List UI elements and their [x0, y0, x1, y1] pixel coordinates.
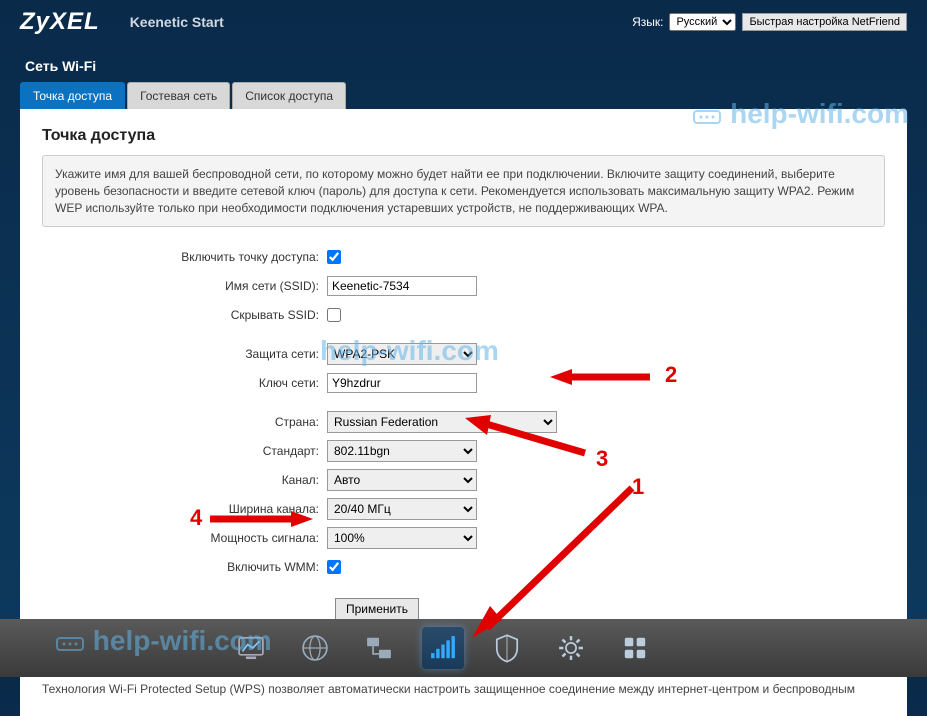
lang-label: Язык:	[632, 15, 663, 29]
apply-button[interactable]: Применить	[335, 598, 419, 620]
tab-guest-network[interactable]: Гостевая сеть	[127, 82, 230, 109]
network-icon[interactable]	[358, 627, 400, 669]
standard-select[interactable]: 802.11bgn	[327, 440, 477, 462]
country-select[interactable]: Russian Federation	[327, 411, 557, 433]
country-label: Страна:	[42, 415, 327, 429]
channel-select[interactable]: Авто	[327, 469, 477, 491]
wifi-signal-icon[interactable]	[422, 627, 464, 669]
page-title: Точка доступа	[42, 127, 885, 145]
enable-ap-label: Включить точку доступа:	[42, 250, 327, 264]
ssid-label: Имя сети (SSID):	[42, 279, 327, 293]
key-label: Ключ сети:	[42, 376, 327, 390]
apps-icon[interactable]	[614, 627, 656, 669]
tabs: Точка доступа Гостевая сеть Список досту…	[0, 82, 927, 109]
ssid-input[interactable]	[327, 276, 477, 296]
standard-label: Стандарт:	[42, 444, 327, 458]
product-name: Keenetic Start	[130, 14, 224, 30]
security-select[interactable]: WPA2-PSK	[327, 343, 477, 365]
power-label: Мощность сигнала:	[42, 531, 327, 545]
tab-access-list[interactable]: Список доступа	[232, 82, 346, 109]
enable-ap-checkbox[interactable]	[327, 250, 341, 264]
bottom-nav	[0, 619, 927, 677]
lang-select[interactable]: Русский	[669, 13, 736, 31]
quick-setup-button[interactable]: Быстрая настройка NetFriend	[742, 13, 907, 31]
logo: ZyXEL	[20, 8, 100, 36]
key-input[interactable]	[327, 373, 477, 393]
wmm-checkbox[interactable]	[327, 560, 341, 574]
power-select[interactable]: 100%	[327, 527, 477, 549]
gear-icon[interactable]	[550, 627, 592, 669]
page-description: Укажите имя для вашей беспроводной сети,…	[42, 155, 885, 227]
wmm-label: Включить WMM:	[42, 560, 327, 574]
width-select[interactable]: 20/40 МГц	[327, 498, 477, 520]
channel-label: Канал:	[42, 473, 327, 487]
width-label: Ширина канала:	[42, 502, 327, 516]
security-label: Защита сети:	[42, 347, 327, 361]
hide-ssid-checkbox[interactable]	[327, 308, 341, 322]
header: ZyXEL Keenetic Start Язык: Русский Быстр…	[0, 0, 927, 44]
tab-access-point[interactable]: Точка доступа	[20, 82, 125, 109]
header-right: Язык: Русский Быстрая настройка NetFrien…	[632, 13, 907, 31]
section-title: Сеть Wi-Fi	[0, 44, 927, 82]
shield-icon[interactable]	[486, 627, 528, 669]
globe-icon[interactable]	[294, 627, 336, 669]
monitor-icon[interactable]	[230, 627, 272, 669]
hide-ssid-label: Скрывать SSID:	[42, 308, 327, 322]
wps-description: Технология Wi-Fi Protected Setup (WPS) п…	[42, 681, 885, 698]
